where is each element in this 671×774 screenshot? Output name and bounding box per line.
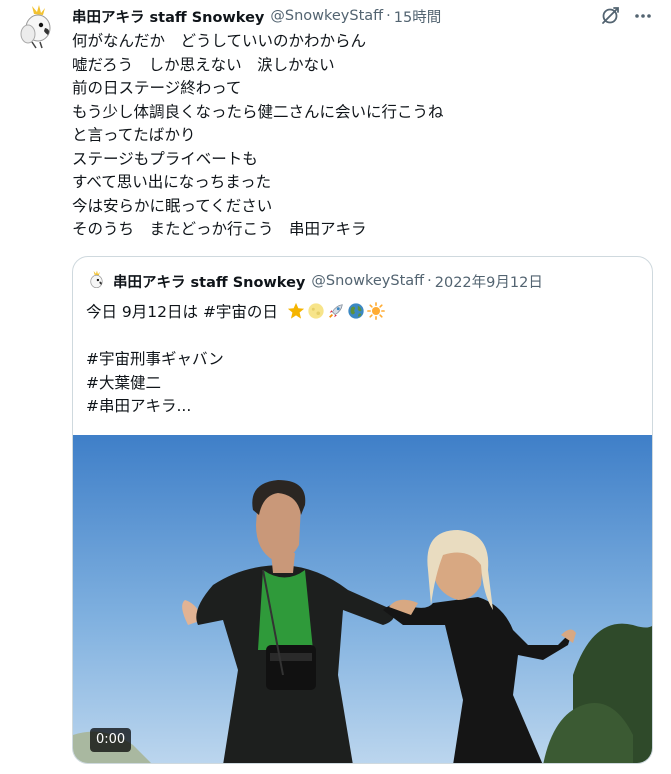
more-options-icon[interactable] xyxy=(632,5,654,27)
emoji-row xyxy=(287,302,385,320)
video-thumbnail xyxy=(73,435,652,763)
hashtag-link[interactable]: #串田アキラ... xyxy=(86,395,385,419)
quote-date: 2022年9月12日 xyxy=(434,274,543,291)
tweet-card[interactable]: 串田アキラ staff Snowkey @SnowkeyStaff · 15時間… xyxy=(0,0,671,774)
user-handle[interactable]: @SnowkeyStaff xyxy=(270,8,383,24)
quote-first-line: 今日 9月12日は #宇宙の日 xyxy=(86,301,385,325)
sun-emoji-icon xyxy=(366,302,385,320)
tweet-line: すべて思い出になっちまった xyxy=(72,173,272,191)
quote-avatar[interactable] xyxy=(85,270,107,292)
moon-emoji-icon xyxy=(308,303,324,319)
tweet-line: 嘘だろう しか思えない 涙しかない xyxy=(72,55,335,74)
grok-icon[interactable] xyxy=(599,5,621,27)
quote-display-name: 串田アキラ staff Snowkey xyxy=(113,274,306,291)
star-emoji-icon xyxy=(287,302,304,319)
video-duration-badge: 0:00 xyxy=(90,728,132,752)
quote-handle: @SnowkeyStaff xyxy=(311,273,425,289)
tweet-line: 今は安らかに眠ってください xyxy=(72,196,273,215)
tweet-line: 前の日ステージ終わって xyxy=(72,79,242,97)
tweet-line: ステージもプライベートも xyxy=(72,149,258,168)
tweet-line: そのうち またどっか行こう 串田アキラ xyxy=(72,220,367,238)
separator-dot: · xyxy=(386,8,391,24)
quote-text: 今日 9月12日は #宇宙の日 #宇宙刑事ギャバン #大葉健二 #串田アキラ..… xyxy=(86,301,385,419)
avatar[interactable] xyxy=(14,4,60,50)
quote-separator-dot: · xyxy=(427,273,432,289)
rocket-emoji-icon xyxy=(328,304,343,318)
quoted-tweet[interactable]: 串田アキラ staff Snowkey @SnowkeyStaff · 2022… xyxy=(72,256,653,764)
hashtag-link[interactable]: #大葉健二 xyxy=(86,372,385,396)
tweet-header: 串田アキラ staff Snowkey @SnowkeyStaff · 15時間 xyxy=(72,6,441,26)
quote-header: 串田アキラ staff Snowkey @SnowkeyStaff · 2022… xyxy=(85,270,543,292)
tweet-line: と言ってたばかり xyxy=(72,126,196,144)
hashtag-link[interactable]: #宇宙刑事ギャバン xyxy=(86,348,385,372)
earth-emoji-icon xyxy=(348,303,364,319)
cockatoo-avatar-icon xyxy=(85,270,107,292)
timestamp[interactable]: 15時間 xyxy=(394,6,441,27)
quote-first-line-text: 今日 9月12日は #宇宙の日 xyxy=(86,303,278,321)
tweet-text: 何がなんだか どうしていいのかわからん 嘘だろう しか思えない 涙しかない 前の… xyxy=(72,30,652,242)
cockatoo-avatar-icon xyxy=(14,4,60,50)
display-name[interactable]: 串田アキラ staff Snowkey xyxy=(72,6,264,27)
video-player[interactable] xyxy=(73,435,652,763)
tweet-line: 何がなんだか どうしていいのかわからん xyxy=(72,32,367,50)
tweet-line: もう少し体調良くなったら健二さんに会いに行こうね xyxy=(72,102,444,121)
